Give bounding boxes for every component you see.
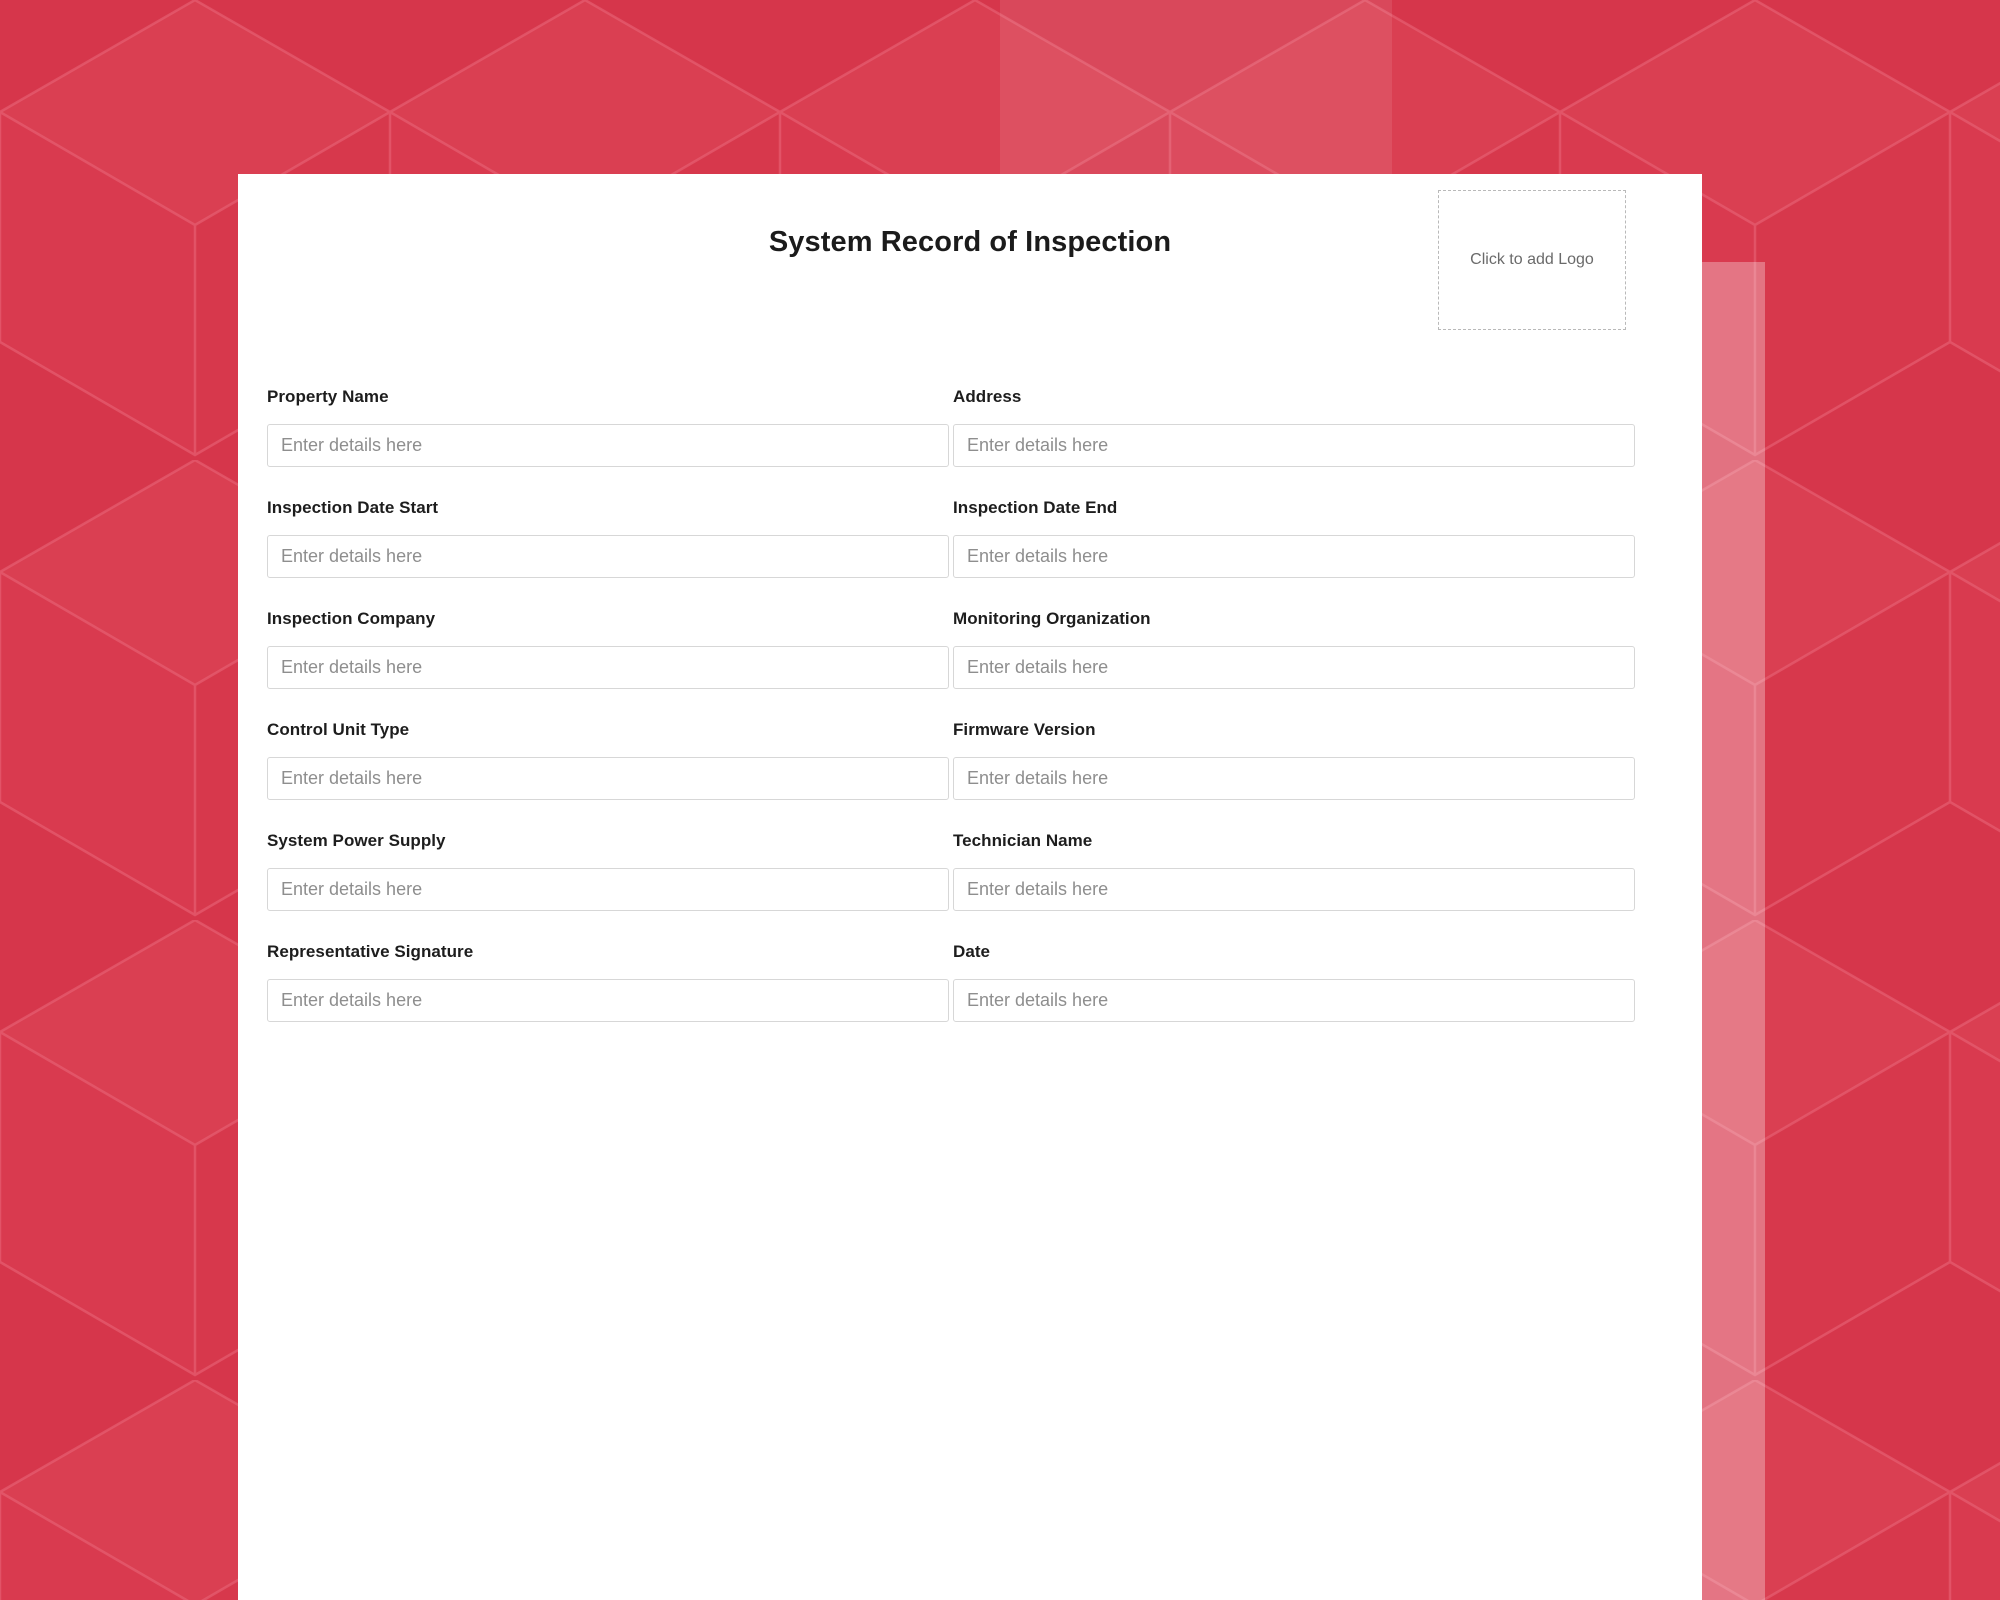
form-field-technician-name: Technician Name [953,831,1635,942]
form-fields-grid: Property Name Address Inspection Date Star… [258,387,1656,1053]
field-input-inspection-date-start[interactable] [267,535,949,578]
field-input-system-power-supply[interactable] [267,868,949,911]
form-field-inspection-company: Inspection Company [258,609,949,720]
field-input-inspection-date-end[interactable] [953,535,1635,578]
form-field-address: Address [953,387,1635,498]
form-field-monitoring-organization: Monitoring Organization [953,609,1635,720]
field-input-property-name[interactable] [267,424,949,467]
field-label-representative-signature: Representative Signature [267,942,474,961]
field-input-technician-name[interactable] [953,868,1635,911]
field-label-address: Address [953,387,1022,406]
field-input-inspection-company[interactable] [267,646,949,689]
field-label-inspection-date-end: Inspection Date End [953,498,1118,517]
field-label-control-unit-type: Control Unit Type [267,720,410,739]
form-field-control-unit-type: Control Unit Type [258,720,949,831]
inspection-form-card: System Record of Inspection Click to add… [238,174,1702,1600]
field-input-address[interactable] [953,424,1635,467]
form-field-property-name: Property Name [258,387,949,498]
field-label-technician-name: Technician Name [953,831,1093,850]
form-field-system-power-supply: System Power Supply [258,831,949,942]
field-label-firmware-version: Firmware Version [953,720,1096,739]
field-label-monitoring-organization: Monitoring Organization [953,609,1151,628]
field-label-date: Date [953,942,991,961]
logo-upload-dropzone[interactable]: Click to add Logo [1438,190,1626,330]
field-input-representative-signature[interactable] [267,979,949,1022]
card-header: System Record of Inspection Click to add… [238,174,1702,349]
field-input-control-unit-type[interactable] [267,757,949,800]
field-input-date[interactable] [953,979,1635,1022]
field-label-system-power-supply: System Power Supply [267,831,446,850]
form-field-inspection-date-start: Inspection Date Start [258,498,949,609]
field-input-firmware-version[interactable] [953,757,1635,800]
field-label-inspection-company: Inspection Company [267,609,436,628]
form-field-date: Date [953,942,1635,1053]
field-label-property-name: Property Name [267,387,389,406]
field-input-monitoring-organization[interactable] [953,646,1635,689]
form-field-firmware-version: Firmware Version [953,720,1635,831]
form-field-representative-signature: Representative Signature [258,942,949,1053]
form-field-inspection-date-end: Inspection Date End [953,498,1635,609]
field-label-inspection-date-start: Inspection Date Start [267,498,439,517]
logo-dropzone-label: Click to add Logo [1470,251,1594,268]
